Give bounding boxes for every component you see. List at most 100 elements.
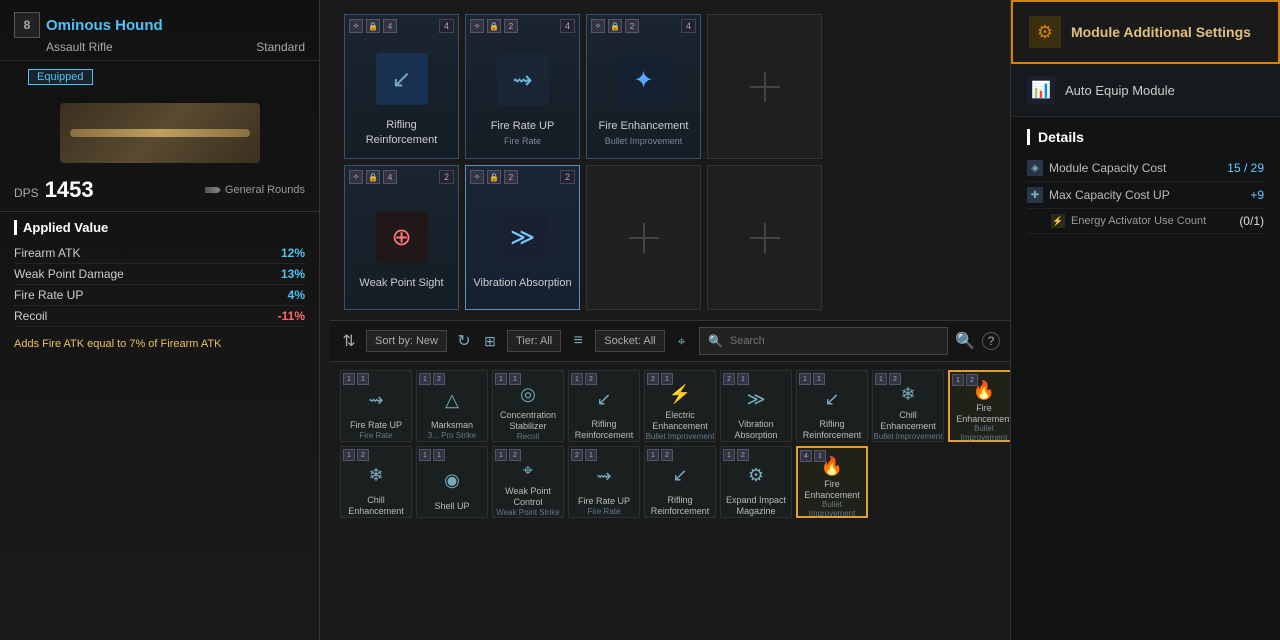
inventory-slot[interactable]: 1 1 ◎ Concentration Stabilizer Recoil <box>492 370 564 442</box>
inv-icon: ⚙ <box>738 457 774 493</box>
module-additional-settings-button[interactable]: ⚙ Module Additional Settings <box>1011 0 1280 64</box>
inventory-slot[interactable]: 4 1 🔥 Fire Enhancement Bullet Improvemen… <box>796 446 868 518</box>
max-capacity-icon: ✚ <box>1027 187 1043 203</box>
tier-filter-button[interactable]: Tier: All <box>507 330 561 352</box>
stat-row: Weak Point Damage 13% <box>14 264 305 285</box>
inv-item-name: Marksman <box>429 420 475 431</box>
fire-atk-note: Adds Fire ATK equal to 7% of Firearm ATK <box>14 337 305 352</box>
inventory-slot[interactable]: 1 2 ❄ Chill Enhancement <box>340 446 412 518</box>
inv-socket-badge: 2 <box>889 373 901 385</box>
capacity-icon: ◈ <box>1027 160 1043 176</box>
module-slot[interactable]: ⟡ 🔒 2 2 ≫ Vibration Absorption <box>465 165 580 310</box>
module-capacity-left: ◈ Module Capacity Cost <box>1027 160 1166 176</box>
inv-slot-icons: 1 1 <box>799 373 865 385</box>
module-icon: ⇝ <box>497 54 549 106</box>
module-slot[interactable] <box>707 165 822 310</box>
stat-name: Recoil <box>14 309 47 323</box>
energy-activator-row: ⚡ Energy Activator Use Count (0/1) <box>1027 209 1264 234</box>
inv-socket-badge: 2 <box>509 449 521 461</box>
empty-slot <box>708 15 821 158</box>
search-icon-btn[interactable]: 🔍 <box>956 332 974 350</box>
cursor-icon[interactable] <box>673 332 691 350</box>
layers-icon[interactable] <box>481 332 499 350</box>
inventory-slot[interactable]: 1 2 ↙ Rifling Reinforcement <box>644 446 716 518</box>
module-slot[interactable]: ⟡ 🔒 4 2 ⊕ Weak Point Sight <box>344 165 459 310</box>
inv-item-sub: Bullet Improvement <box>798 500 866 518</box>
inv-slot-icons: 1 2 <box>571 373 637 385</box>
inv-slot-icons: 1 2 <box>647 449 713 461</box>
inventory-slot[interactable]: 1 2 ⚙ Expand Impact Magazine <box>720 446 792 518</box>
tier-icon: 2 <box>504 19 518 33</box>
search-input[interactable] <box>730 335 939 347</box>
inventory-slot[interactable]: 1 2 ❄ Chill Enhancement Bullet Improveme… <box>872 370 944 442</box>
module-slot[interactable]: ⟡ 🔒 2 4 ⇝ Fire Rate UP Fire Rate <box>465 14 580 159</box>
inv-slot-icons: 1 1 <box>495 373 561 385</box>
inventory-slot[interactable]: 2 1 ⚡ Electric Enhancement Bullet Improv… <box>644 370 716 442</box>
inv-socket-badge: 1 <box>813 373 825 385</box>
auto-equip-icon: 📊 <box>1027 76 1055 104</box>
equipped-badge: Equipped <box>28 69 93 85</box>
search-icon <box>708 332 724 350</box>
auto-equip-button[interactable]: 📊 Auto Equip Module <box>1011 64 1280 117</box>
module-slot[interactable] <box>586 165 701 310</box>
inv-item-name: Weak Point Control <box>493 486 563 508</box>
refresh-icon[interactable] <box>455 332 473 350</box>
inv-slot-icons: 1 1 <box>343 373 409 385</box>
module-slot[interactable] <box>707 14 822 159</box>
inv-slot-left: 1 1 <box>799 373 825 385</box>
socket-badge: 4 <box>439 19 454 33</box>
inv-icon: ❄ <box>358 457 394 493</box>
module-slot[interactable]: ⟡ 🔒 4 4 ↙ Rifling Reinforcement <box>344 14 459 159</box>
inv-item-name: Fire Enhancement <box>798 479 866 501</box>
module-name: Rifling Reinforcement <box>345 118 458 147</box>
plus-icon <box>629 223 659 253</box>
help-icon[interactable]: ? <box>982 332 1000 350</box>
inv-socket-badge: 1 <box>737 373 749 385</box>
inventory-slot[interactable]: 1 2 ↙ Rifling Reinforcement <box>568 370 640 442</box>
inventory-slot[interactable]: 1 1 ⇝ Fire Rate UP Fire Rate <box>340 370 412 442</box>
inv-slot-icons: 1 2 <box>419 373 485 385</box>
stat-value: 13% <box>281 267 305 281</box>
module-slot[interactable]: ⟡ 🔒 2 4 ✦ Fire Enhancement Bullet Improv… <box>586 14 701 159</box>
inventory-grid: 1 1 ⇝ Fire Rate UP Fire Rate 1 2 △ Marks… <box>330 362 1010 526</box>
inv-socket-badge: 1 <box>814 450 826 462</box>
socket-badge: 4 <box>560 19 575 33</box>
search-toolbar: ⇅ Sort by: New Tier: All Socket: All 🔍 ? <box>330 320 1010 362</box>
dps-label: DPS <box>14 186 39 200</box>
stat-row: Fire Rate UP 4% <box>14 285 305 306</box>
sort-button[interactable]: Sort by: New <box>366 330 447 352</box>
module-icons-left: ⟡ 🔒 4 <box>349 19 397 33</box>
lock-icon: 🔒 <box>487 19 501 33</box>
tier-filter-icon[interactable] <box>569 332 587 350</box>
inv-socket-badge: 2 <box>585 373 597 385</box>
energy-activator-value: (0/1) <box>1239 214 1264 228</box>
inventory-slot[interactable]: 2 1 ⇝ Fire Rate UP Fire Rate <box>568 446 640 518</box>
move-icon: ⟡ <box>591 19 605 33</box>
inv-slot-left: 2 1 <box>647 373 673 385</box>
module-icons-left: ⟡ 🔒 4 <box>349 170 397 184</box>
module-name: Fire Enhancement <box>595 119 693 133</box>
ammo-type: General Rounds <box>205 184 305 196</box>
details-title: Details <box>1027 129 1264 145</box>
inv-slot-icons: 1 1 <box>419 449 485 461</box>
sort-filter-icon[interactable]: ⇅ <box>340 332 358 350</box>
lock-icon: 🔒 <box>487 170 501 184</box>
tier-icon: 4 <box>383 19 397 33</box>
weapon-image-area <box>0 93 319 173</box>
max-capacity-row: ✚ Max Capacity Cost UP +9 <box>1027 182 1264 209</box>
max-capacity-left: ✚ Max Capacity Cost UP <box>1027 187 1170 203</box>
socket-filter-button[interactable]: Socket: All <box>595 330 664 352</box>
inventory-slot[interactable]: 1 2 ⌖ Weak Point Control Weak Point Stri… <box>492 446 564 518</box>
inv-slot-icons: 2 1 <box>723 373 789 385</box>
inventory-slot[interactable]: 1 1 ↙ Rifling Reinforcement <box>796 370 868 442</box>
search-box[interactable] <box>699 327 948 355</box>
inventory-slot[interactable]: 2 1 ≫ Vibration Absorption <box>720 370 792 442</box>
inv-icon: ⚡ <box>662 381 698 408</box>
inv-socket-badge: 1 <box>509 373 521 385</box>
inv-icon: ⌖ <box>510 457 546 484</box>
inventory-slot[interactable]: 1 1 ◉ Shell UP <box>416 446 488 518</box>
inventory-slot[interactable]: 1 2 △ Marksman 3... Pro Strike <box>416 370 488 442</box>
module-icons-left: ⟡ 🔒 2 <box>591 19 639 33</box>
inv-socket-badge: 1 <box>357 373 369 385</box>
inv-tier-badge: 2 <box>571 449 583 461</box>
